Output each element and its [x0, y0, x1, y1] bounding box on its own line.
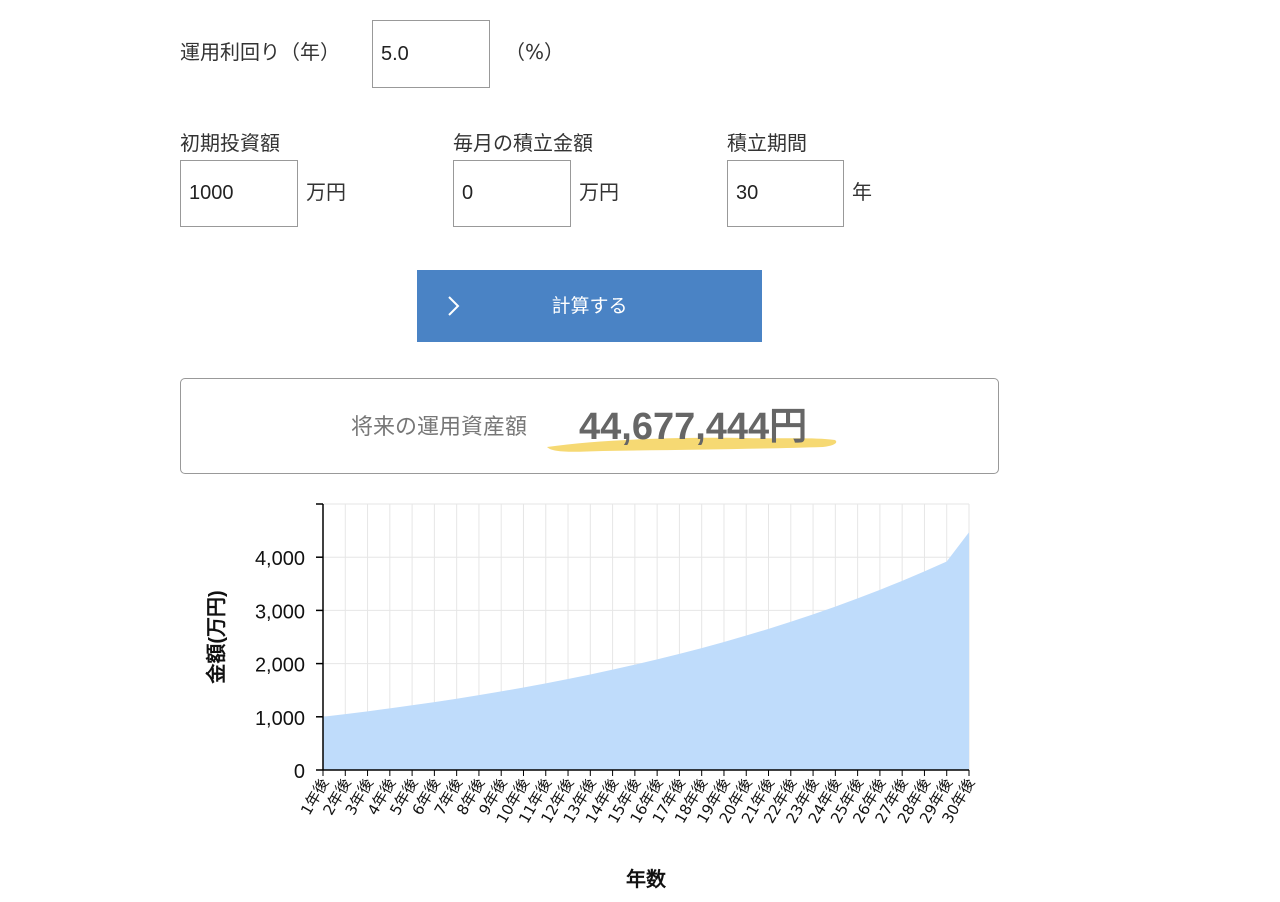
result-value-wrap: 44,677,444円: [547, 399, 853, 459]
period-label: 積立期間: [727, 131, 807, 155]
monthly-unit: 万円: [579, 180, 619, 204]
result-box: 将来の運用資産額 44,677,444円: [180, 378, 999, 474]
x-axis-label: 年数: [626, 867, 667, 891]
area-series: [323, 532, 969, 770]
initial-unit: 万円: [306, 180, 346, 204]
period-unit: 年: [852, 180, 872, 204]
calculate-button[interactable]: 計算する: [417, 270, 762, 342]
calculate-button-label: 計算する: [551, 295, 628, 317]
result-label: 将来の運用資産額: [351, 415, 528, 440]
monthly-input[interactable]: [453, 160, 571, 227]
y-tick-label: 1,000: [255, 708, 305, 730]
y-tick-label: 0: [294, 761, 305, 783]
growth-chart: 0 1,000 2,000 3,000 4,000 1年後2年後3年後4年後5年後6年後…: [204, 503, 978, 891]
period-input[interactable]: [727, 160, 844, 227]
initial-input[interactable]: [180, 160, 298, 227]
monthly-label: 毎月の積立金額: [453, 131, 593, 155]
y-tick-label: 3,000: [255, 601, 305, 623]
initial-label: 初期投資額: [180, 131, 280, 155]
result-value: 44,677,444円: [579, 406, 808, 448]
y-tick-labels: 0 1,000 2,000 3,000 4,000: [255, 548, 305, 783]
rate-input[interactable]: [372, 20, 490, 88]
y-axis-label: 金額(万円): [204, 590, 228, 684]
y-tick-label: 4,000: [255, 548, 305, 570]
x-tick-labels: 1年後2年後3年後4年後5年後6年後7年後8年後9年後10年後11年後12年後1…: [297, 775, 978, 827]
y-tick-label: 2,000: [255, 655, 305, 677]
rate-unit: （%）: [505, 40, 565, 64]
rate-label: 運用利回り（年）: [180, 40, 340, 64]
